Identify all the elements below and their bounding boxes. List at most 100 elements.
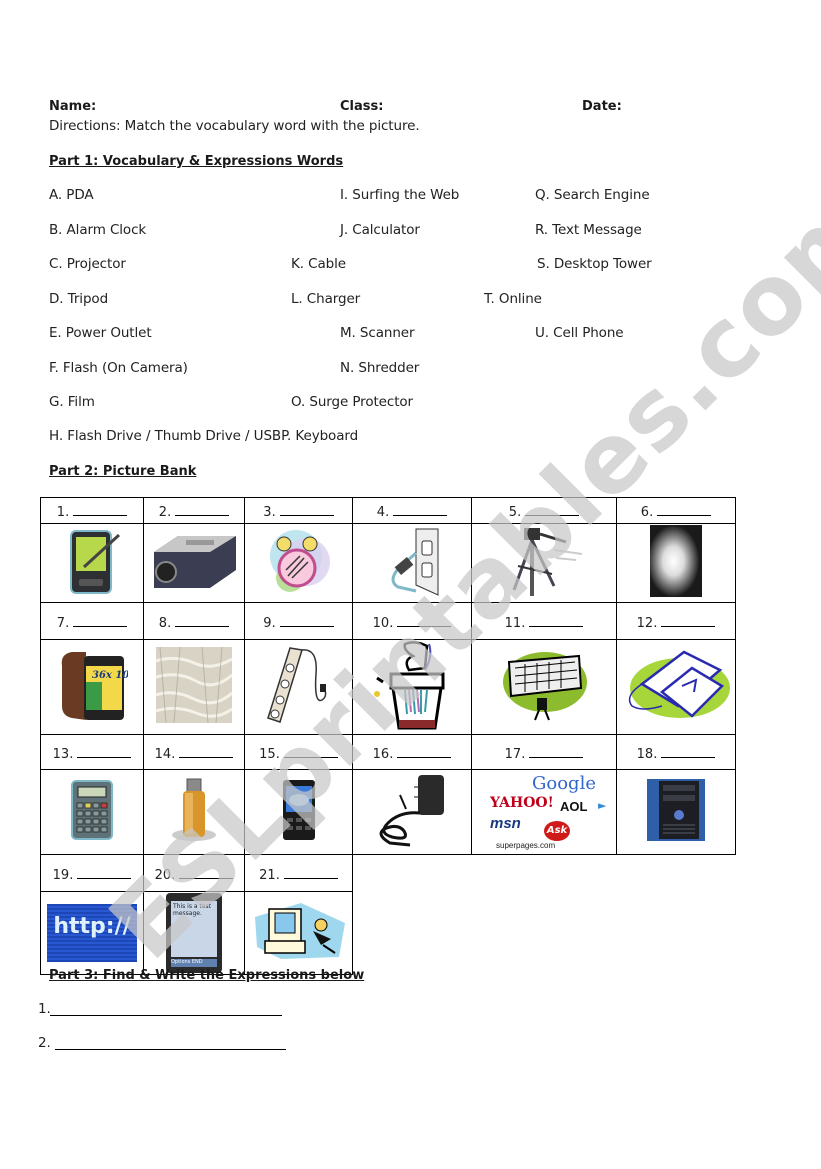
vocab-item: S. Desktop Tower [537,256,652,272]
picture-bank-table: 1. 2. 3. 4. 5. 6. 7. 8. 9. 10. 11. 12. 3… [40,497,736,975]
picture-label-cell: 10. [352,602,472,640]
picture-label-cell: 8. [143,602,245,640]
picture-cell: This is a test message. Options END [143,891,245,975]
vocab-item: M. Scanner [340,325,415,341]
name-label: Name: [49,99,97,114]
vocab-item: H. Flash Drive / Thumb Drive / USBP. Key… [49,428,359,444]
answer-blank[interactable] [179,866,234,879]
expression-line-1[interactable] [50,1015,282,1016]
class-label: Class: [340,99,384,114]
surge-protector-icon [266,647,326,723]
picture-label-cell: 19. [40,854,144,892]
answer-blank[interactable] [279,503,334,516]
picture-label-cell: 16. [352,734,472,770]
http-icon: http:// [47,904,137,962]
film-roll-icon: 36x 100 [61,652,128,720]
picture-cell [244,523,353,603]
picture-label-cell: 9. [244,602,353,640]
picture-cell [616,523,736,603]
picture-cell [352,523,472,603]
answer-blank[interactable] [179,745,234,758]
answer-blank[interactable] [661,745,716,758]
film-label: 36x 100 [92,670,128,681]
part1-title: Part 1: Vocabulary & Expressions Words [49,154,344,169]
picture-cell [244,891,353,975]
vocab-item: L. Charger [291,291,361,307]
answer-blank[interactable] [525,503,580,516]
camera-flash-icon [650,525,702,597]
cables-icon [156,647,232,723]
picture-label-cell: 20. [143,854,245,892]
answer-blank[interactable] [175,614,230,627]
picture-cell [352,769,472,855]
picture-cell [616,769,736,855]
vocab-item: C. Projector [49,256,126,272]
answer-blank[interactable] [73,503,128,516]
answer-blank[interactable] [175,503,230,516]
google-logo: Google [532,773,596,794]
picture-label-cell: 17. [471,734,617,770]
picture-cell [143,639,245,735]
answer-blank[interactable] [77,745,132,758]
scanner-icon [628,650,730,718]
vocab-item: U. Cell Phone [535,325,624,341]
text-message-icon: This is a test message. Options END [166,893,222,973]
vocab-item: A. PDA [49,187,94,203]
picture-cell [143,523,245,603]
aol-arrow-icon: ► [598,799,607,812]
desktop-tower-icon [647,779,705,841]
sms-softkeys: Options END [171,959,217,967]
picture-cell [143,769,245,855]
answer-blank[interactable] [77,866,132,879]
vocab-item: G. Film [49,394,95,410]
vocab-item: B. Alarm Clock [49,222,147,238]
answer-blank[interactable] [283,866,338,879]
picture-cell: Google YAHOO! AOL ► msn Ask superpages.c… [471,769,617,855]
picture-cell [471,639,617,735]
answer-blank[interactable] [279,614,334,627]
answer-blank[interactable] [283,745,338,758]
calculator-icon [71,780,113,840]
ask-logo: Ask [544,821,570,841]
picture-label-cell: 2. [143,497,245,524]
expression-line-2[interactable] [55,1049,286,1050]
vocab-item: D. Tripod [49,291,109,307]
flash-drive-icon [172,778,216,841]
picture-cell [244,769,353,855]
expression-number: 2. [38,1035,51,1051]
answer-blank[interactable] [657,503,712,516]
picture-cell [40,523,144,603]
empty-area [352,854,736,892]
picture-label-cell: 11. [471,602,617,640]
answer-blank[interactable] [661,614,716,627]
tripod-icon [512,528,583,596]
answer-blank[interactable] [393,503,448,516]
part2-title: Part 2: Picture Bank [49,464,197,479]
picture-cell: http:// [40,891,144,975]
pda-icon [70,530,121,594]
aol-logo: AOL [560,799,588,814]
picture-label-cell: 3. [244,497,353,524]
picture-label-cell: 13. [40,734,144,770]
picture-label-cell: 12. [616,602,736,640]
answer-blank[interactable] [397,614,452,627]
picture-label-cell: 5. [471,497,617,524]
answer-blank[interactable] [73,614,128,627]
superpages-logo: superpages.com [496,841,556,850]
date-label: Date: [582,99,622,114]
vocab-item: R. Text Message [535,222,642,238]
picture-label-cell: 4. [352,497,472,524]
picture-cell [616,639,736,735]
answer-blank[interactable] [529,614,584,627]
picture-cell [244,639,353,735]
picture-label-cell: 21. [244,854,353,892]
picture-cell [352,639,472,735]
charger-icon [379,775,444,847]
picture-label-cell: 6. [616,497,736,524]
projector-icon [154,536,236,588]
answer-blank[interactable] [397,745,452,758]
answer-blank[interactable] [529,745,584,758]
picture-label-cell: 15. [244,734,353,770]
online-surfing-icon [254,903,345,959]
sms-screen-text: This is a test message. [171,901,217,957]
